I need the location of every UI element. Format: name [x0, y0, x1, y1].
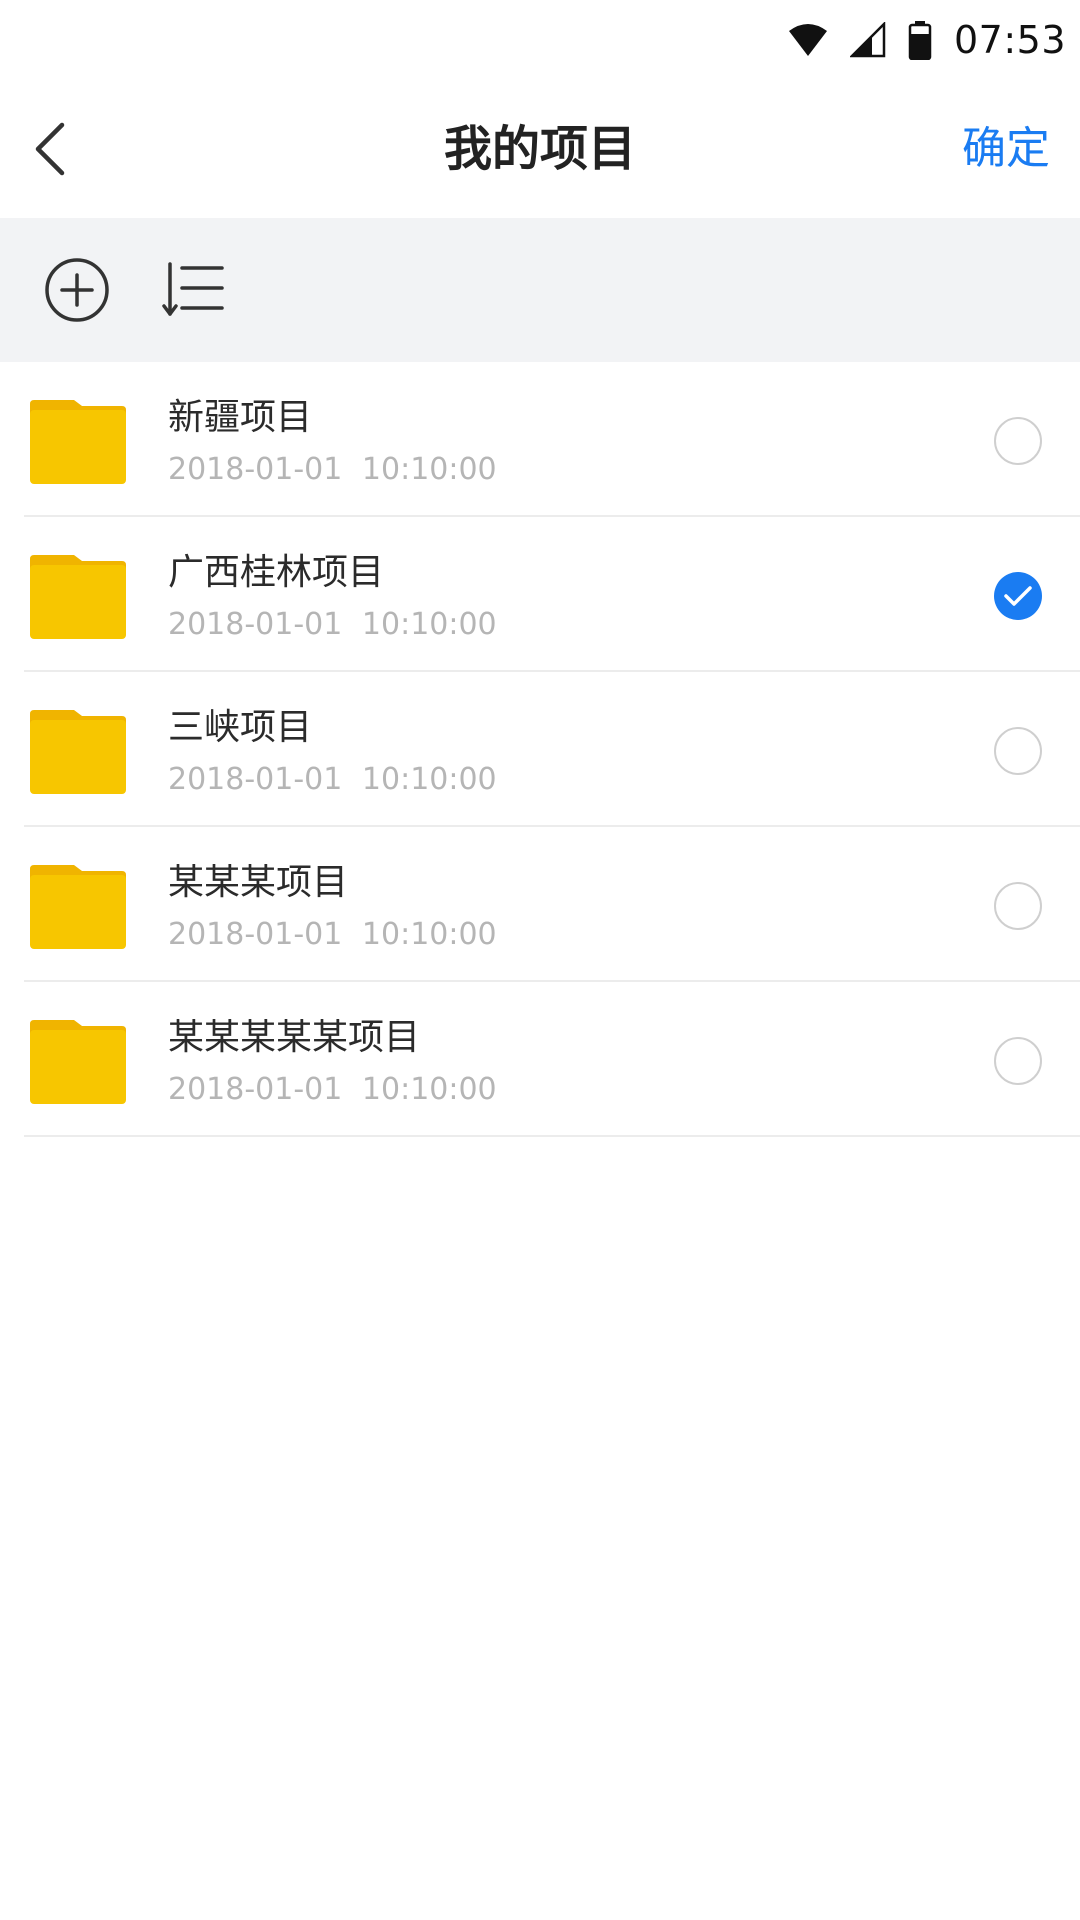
project-timestamp: 2018-01-01 10:10:00: [168, 607, 497, 642]
project-row[interactable]: 某某某某某项目 2018-01-01 10:10:00: [0, 982, 1080, 1137]
status-icons: 07:53: [788, 14, 1066, 66]
project-row[interactable]: 三峡项目 2018-01-01 10:10:00: [0, 672, 1080, 827]
project-name: 广西桂林项目: [168, 552, 385, 593]
project-name: 三峡项目: [168, 707, 313, 748]
select-radio[interactable]: [994, 882, 1042, 930]
add-project-button[interactable]: [41, 254, 113, 326]
project-timestamp: 2018-01-01 10:10:00: [168, 452, 497, 487]
wifi-icon: [788, 24, 827, 56]
select-radio[interactable]: [994, 417, 1042, 465]
project-timestamp: 2018-01-01 10:10:00: [168, 917, 497, 952]
header: 我的项目 确定: [0, 80, 1080, 218]
back-button[interactable]: [20, 114, 80, 184]
status-time: 07:53: [953, 18, 1066, 62]
add-circle-icon: [45, 258, 109, 322]
status-bar: 07:53: [0, 0, 1080, 80]
project-row[interactable]: 广西桂林项目 2018-01-01 10:10:00: [0, 517, 1080, 672]
folder-icon: [30, 400, 126, 484]
project-name: 新疆项目: [168, 397, 313, 438]
project-name: 某某某某某项目: [168, 1017, 421, 1058]
page-title: 我的项目: [443, 121, 636, 177]
folder-icon: [30, 1020, 126, 1104]
project-timestamp: 2018-01-01 10:10:00: [168, 762, 497, 797]
cell-signal-icon: [849, 22, 886, 58]
confirm-button[interactable]: 确定: [962, 80, 1050, 218]
project-list: 新疆项目 2018-01-01 10:10:00 广西桂林项目 2018-01-…: [0, 362, 1080, 1137]
sort-list-icon: [162, 262, 224, 316]
toolbar: [0, 218, 1080, 362]
folder-icon: [30, 865, 126, 949]
project-row[interactable]: 新疆项目 2018-01-01 10:10:00: [0, 362, 1080, 517]
project-timestamp: 2018-01-01 10:10:00: [168, 1072, 497, 1107]
folder-icon: [30, 710, 126, 794]
sort-button[interactable]: [158, 254, 230, 326]
project-row[interactable]: 某某某项目 2018-01-01 10:10:00: [0, 827, 1080, 982]
select-radio[interactable]: [994, 727, 1042, 775]
chevron-left-icon: [35, 122, 65, 176]
checkmark-icon: [1004, 586, 1032, 606]
folder-icon: [30, 555, 126, 639]
select-radio-checked[interactable]: [994, 572, 1042, 620]
select-radio[interactable]: [994, 1037, 1042, 1085]
battery-icon: [908, 21, 932, 60]
project-name: 某某某项目: [168, 862, 349, 903]
